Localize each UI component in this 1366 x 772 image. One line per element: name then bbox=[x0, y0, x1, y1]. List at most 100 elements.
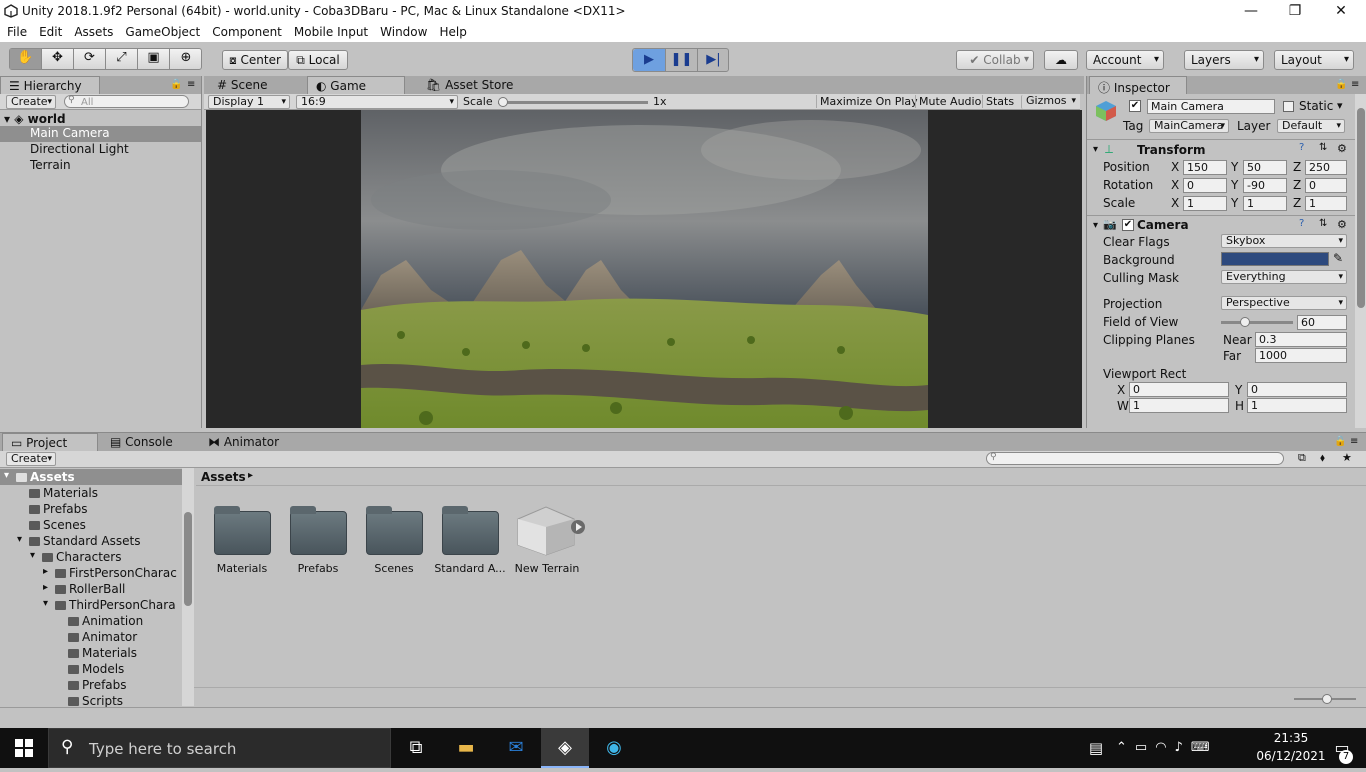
tree-item[interactable]: Scripts bbox=[0, 693, 182, 708]
filter-label-icon[interactable]: ⬧ bbox=[1320, 451, 1325, 465]
aspect-dropdown[interactable]: 16:9 bbox=[296, 95, 458, 109]
fov-slider-track[interactable] bbox=[1221, 321, 1293, 324]
clock-date[interactable]: 06/12/2021 bbox=[1255, 749, 1327, 763]
camera-preset-icon[interactable]: ⇅ bbox=[1319, 218, 1327, 229]
projection-dropdown[interactable]: Perspective bbox=[1221, 296, 1347, 310]
maximize-on-play-toggle[interactable]: Maximize On Play bbox=[816, 95, 921, 108]
culling-mask-dropdown[interactable]: Everything bbox=[1221, 270, 1347, 284]
collab-dropdown[interactable]: ✔ Collab bbox=[956, 50, 1034, 70]
tree-scrollbar[interactable] bbox=[182, 468, 194, 706]
transform-collapse-icon[interactable]: ▾ bbox=[1093, 144, 1098, 155]
tab-game[interactable]: ◐ Game bbox=[307, 76, 405, 94]
expand-arrow-icon[interactable]: ▾ bbox=[17, 534, 22, 545]
background-color-swatch[interactable] bbox=[1221, 252, 1329, 266]
maximize-button[interactable]: ❐ bbox=[1272, 0, 1318, 23]
mail-icon[interactable]: ✉ bbox=[492, 728, 540, 768]
chevron-up-icon[interactable]: ⌃ bbox=[1116, 740, 1135, 755]
tree-item[interactable]: ▾ Assets bbox=[0, 469, 182, 485]
position-y-input[interactable]: 50 bbox=[1243, 160, 1287, 175]
tree-item[interactable]: ▾ Standard Assets bbox=[0, 533, 182, 549]
edge-browser-icon[interactable]: ◉ bbox=[590, 728, 638, 768]
tree-item[interactable]: Prefabs bbox=[0, 677, 182, 693]
menu-component[interactable]: Component bbox=[205, 23, 287, 39]
taskbar-search-box[interactable]: ⚲ Type here to search bbox=[48, 728, 391, 768]
inspector-lock-icon[interactable]: 🔒 bbox=[1335, 79, 1347, 90]
menu-window[interactable]: Window bbox=[373, 23, 432, 39]
hand-tool-icon[interactable]: ✋ bbox=[10, 49, 42, 69]
folder-icon[interactable] bbox=[290, 506, 347, 555]
tree-item[interactable]: ▾ ThirdPersonChara bbox=[0, 597, 182, 613]
transform-tool-icon[interactable]: ⊕ bbox=[170, 49, 202, 69]
game-viewport[interactable] bbox=[361, 110, 928, 428]
active-checkbox[interactable]: ✔ bbox=[1129, 100, 1141, 112]
volume-icon[interactable]: ♪ bbox=[1175, 740, 1191, 755]
static-checkbox[interactable] bbox=[1283, 101, 1294, 112]
camera-enabled-checkbox[interactable]: ✔ bbox=[1122, 219, 1134, 231]
tab-project[interactable]: ▭ Project bbox=[2, 433, 98, 451]
asset-materials[interactable]: Materials bbox=[204, 562, 280, 575]
hierarchy-item-main-camera[interactable]: Main Camera bbox=[0, 126, 201, 142]
scale-slider-thumb[interactable] bbox=[498, 97, 508, 107]
tab-hierarchy[interactable]: ☰ Hierarchy bbox=[0, 76, 100, 94]
breadcrumb-assets[interactable]: Assets bbox=[201, 470, 246, 484]
tree-item[interactable]: Materials bbox=[0, 645, 182, 661]
tree-item[interactable]: Materials bbox=[0, 485, 182, 501]
scale-slider-track[interactable] bbox=[498, 101, 648, 104]
viewport-y-input[interactable]: 0 bbox=[1247, 382, 1347, 397]
menu-assets[interactable]: Assets bbox=[67, 23, 118, 39]
near-input[interactable]: 0.3 bbox=[1255, 332, 1347, 347]
tree-item[interactable]: Prefabs bbox=[0, 501, 182, 517]
layout-dropdown[interactable]: Layout bbox=[1274, 50, 1354, 70]
asset-scenes[interactable]: Scenes bbox=[356, 562, 432, 575]
project-lock-icon[interactable]: 🔒 bbox=[1334, 436, 1346, 447]
tree-item[interactable]: Scenes bbox=[0, 517, 182, 533]
inspector-scrollbar[interactable] bbox=[1355, 94, 1366, 428]
pivot-local-button[interactable]: ⧉ Local bbox=[288, 50, 348, 70]
hierarchy-item-directional-light[interactable]: Directional Light bbox=[30, 142, 129, 156]
close-button[interactable]: ✕ bbox=[1318, 0, 1364, 23]
hierarchy-create-dropdown[interactable]: Create bbox=[6, 95, 56, 109]
menu-gameobject[interactable]: GameObject bbox=[118, 23, 205, 39]
object-name-input[interactable]: Main Camera bbox=[1147, 99, 1275, 114]
hierarchy-item-terrain[interactable]: Terrain bbox=[30, 158, 71, 172]
settings-gear-icon[interactable]: ⚙ bbox=[1337, 142, 1347, 155]
collapse-arrow-icon[interactable]: ▸ bbox=[43, 582, 48, 593]
tree-item[interactable]: ▸ RollerBall bbox=[0, 581, 182, 597]
battery-icon[interactable]: ▭ bbox=[1135, 740, 1155, 755]
scale-x-input[interactable]: 1 bbox=[1183, 196, 1227, 211]
position-z-input[interactable]: 250 bbox=[1305, 160, 1347, 175]
pause-icon[interactable]: ❚❚ bbox=[665, 49, 697, 71]
rotation-z-input[interactable]: 0 bbox=[1305, 178, 1347, 193]
expand-arrow-icon[interactable]: ▾ bbox=[30, 550, 35, 561]
camera-settings-gear-icon[interactable]: ⚙ bbox=[1337, 218, 1347, 231]
eyedropper-icon[interactable]: ✎ bbox=[1333, 251, 1343, 265]
inspector-menu-icon[interactable]: ≡ bbox=[1351, 79, 1359, 90]
menu-edit[interactable]: Edit bbox=[32, 23, 67, 39]
unity-taskbar-icon[interactable]: ◈ bbox=[541, 728, 589, 768]
filter-type-icon[interactable]: ⧉ bbox=[1298, 451, 1306, 465]
scale-tool-icon[interactable]: ⤢ bbox=[106, 49, 138, 69]
hierarchy-search-input[interactable]: All bbox=[64, 95, 189, 108]
rotation-x-input[interactable]: 0 bbox=[1183, 178, 1227, 193]
project-menu-icon[interactable]: ≡ bbox=[1350, 436, 1358, 447]
project-create-dropdown[interactable]: Create bbox=[6, 452, 56, 466]
tree-item[interactable]: Models bbox=[0, 661, 182, 677]
preset-icon[interactable]: ⇅ bbox=[1319, 142, 1327, 153]
tag-dropdown[interactable]: MainCamera bbox=[1149, 119, 1229, 133]
layer-dropdown[interactable]: Default bbox=[1277, 119, 1345, 133]
static-dropdown-icon[interactable]: ▾ bbox=[1337, 99, 1343, 112]
viewport-x-input[interactable]: 0 bbox=[1129, 382, 1229, 397]
folder-icon[interactable] bbox=[442, 506, 499, 555]
gizmos-dropdown[interactable]: Gizmos bbox=[1021, 95, 1079, 109]
wifi-icon[interactable]: ◠ bbox=[1155, 740, 1174, 755]
system-tray-icons[interactable]: ⌃▭◠♪⌨ bbox=[1116, 740, 1218, 755]
tree-item[interactable]: ▸ FirstPersonCharac bbox=[0, 565, 182, 581]
expand-arrow-icon[interactable]: ▾ bbox=[43, 598, 48, 609]
cloud-button[interactable]: ☁ bbox=[1044, 50, 1078, 70]
tree-item[interactable]: ▾ Characters bbox=[0, 549, 182, 565]
tab-animator[interactable]: ⧓ Animator bbox=[200, 433, 287, 451]
menu-mobile-input[interactable]: Mobile Input bbox=[287, 23, 373, 39]
asset-standard-assets[interactable]: Standard A... bbox=[432, 562, 508, 575]
terrain-asset-icon[interactable] bbox=[516, 499, 588, 557]
favorites-star-icon[interactable]: ★ bbox=[1342, 451, 1352, 464]
